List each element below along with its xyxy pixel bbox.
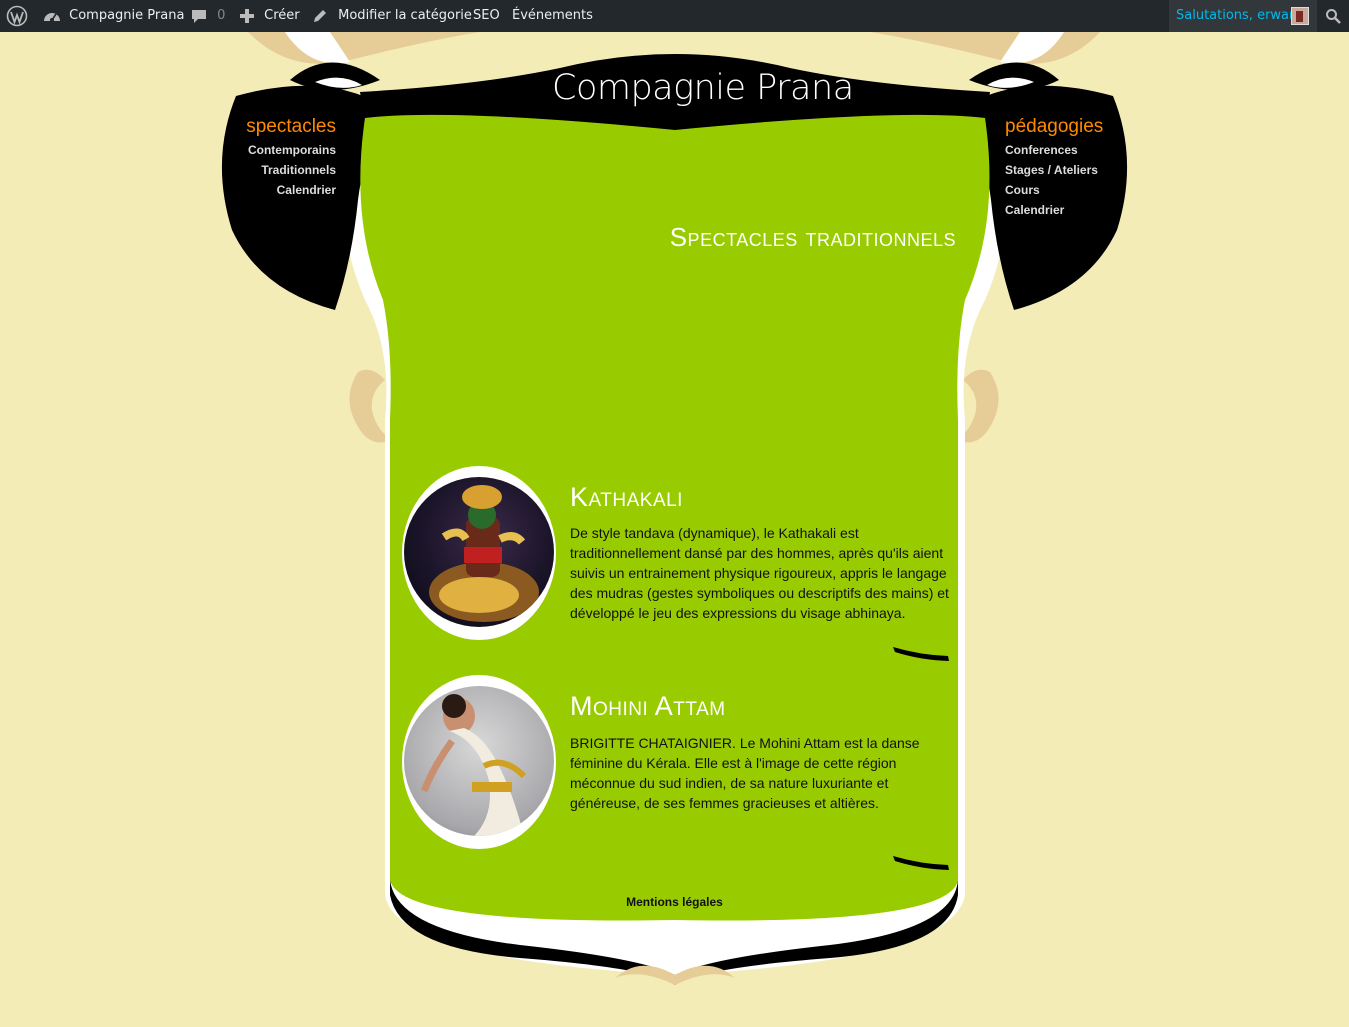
events-menu[interactable]: Événements: [512, 0, 593, 32]
search-icon[interactable]: [1325, 0, 1341, 32]
kathakali-thumbnail[interactable]: [402, 466, 556, 640]
greeting-label: Salutations, erwan: [1176, 8, 1298, 23]
menu-item-calendrier-pedagogies[interactable]: Calendrier: [1005, 203, 1064, 217]
logo-text: Compagnie Prana: [552, 68, 854, 108]
pencil-icon: [314, 9, 326, 22]
entry-text-mohini-attam: BRIGITTE CHATAIGNIER. Le Mohini Attam es…: [570, 735, 920, 811]
page-title: Spectacles traditionnels: [669, 222, 956, 252]
entry-title-mohini-attam[interactable]: Mohini Attam: [570, 691, 726, 722]
dashboard-icon: [44, 12, 60, 22]
menu-item-cours[interactable]: Cours: [1005, 183, 1040, 197]
create-menu[interactable]: Créer: [240, 0, 300, 32]
comments-count: 0: [217, 8, 226, 23]
comment-icon: [192, 9, 206, 23]
menu-title-spectacles[interactable]: spectacles: [246, 116, 336, 138]
seo-menu[interactable]: SEO: [473, 0, 500, 32]
account-menu[interactable]: Salutations, erwan: [1169, 0, 1317, 32]
menu-item-conferences[interactable]: Conferences: [1005, 143, 1078, 157]
site-name-link[interactable]: Compagnie Prana: [43, 0, 184, 32]
kathakali-dancer-image: [429, 485, 539, 622]
mohini-attam-thumbnail[interactable]: [402, 675, 556, 849]
edit-category-label: Modifier la catégorie: [338, 8, 472, 23]
menu-item-stages-ateliers[interactable]: Stages / Ateliers: [1005, 163, 1098, 177]
legal-notice-link[interactable]: Mentions légales: [0, 895, 1349, 909]
wordpress-logo-icon[interactable]: [6, 0, 28, 32]
menu-item-contemporains[interactable]: Contemporains: [248, 143, 336, 157]
edit-category-link[interactable]: Modifier la catégorie: [312, 0, 472, 32]
entry-text-kathakali: De style tandava (dynamique), le Kathaka…: [570, 525, 949, 621]
admin-bar: Compagnie Prana 0 Créer Modifier la caté…: [0, 0, 1349, 32]
menu-title-pedagogies[interactable]: pédagogies: [1005, 116, 1103, 138]
site-logo[interactable]: Compagnie Prana: [552, 68, 854, 124]
mohini-attam-dancer-image: [420, 694, 527, 836]
plus-icon: [240, 8, 254, 23]
entry-title-kathakali[interactable]: Kathakali: [570, 482, 683, 513]
avatar: [1291, 7, 1309, 25]
create-label: Créer: [264, 8, 300, 23]
menu-item-traditionnels[interactable]: Traditionnels: [261, 163, 336, 177]
comments-link[interactable]: 0: [191, 0, 225, 32]
site-name-label: Compagnie Prana: [69, 8, 185, 23]
menu-item-calendrier[interactable]: Calendrier: [277, 183, 336, 197]
